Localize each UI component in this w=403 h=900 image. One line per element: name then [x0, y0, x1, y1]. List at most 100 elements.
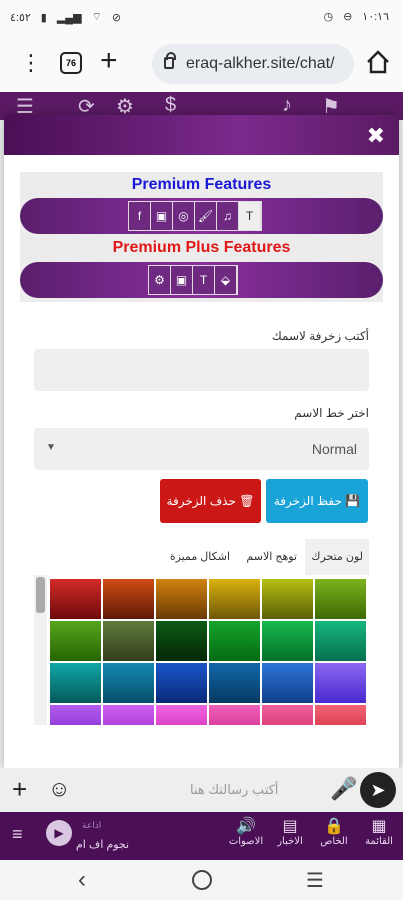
equalizer-icon[interactable]: ≡ [12, 824, 23, 845]
color-swatch[interactable] [156, 663, 207, 703]
decoration-tabs: لون متحرك توهج الاسم اشكال مميزة [34, 539, 369, 575]
color-swatch[interactable] [103, 705, 154, 725]
close-icon[interactable]: ✖ [367, 123, 385, 149]
status-time-left: ٤:٥٢ [10, 11, 31, 24]
delete-decoration-button[interactable]: 🗑 حذف الزخرفة [160, 479, 261, 523]
volume-icon: 🔊 [236, 818, 256, 835]
bell-icon[interactable]: ♪ [282, 94, 292, 117]
color-swatch[interactable] [103, 621, 154, 661]
color-swatch[interactable] [50, 579, 101, 619]
tab-special-shapes[interactable]: اشكال مميزة [162, 539, 236, 575]
bottom-navigation: ≡ ▶ اذاعة نجوم اف ام 🔊 الاصوات ▤ الاخبار 🔒… [0, 812, 403, 860]
wifi-icon: ⌔ [91, 11, 102, 23]
color-swatch[interactable] [315, 705, 366, 725]
nav-news-label: الاخبار [277, 836, 303, 847]
tab-switcher-button[interactable]: 76 [60, 52, 82, 74]
player-title: نجوم اف ام [76, 839, 130, 851]
color-swatch[interactable] [209, 705, 260, 725]
nav-private-label: الخاص [320, 836, 348, 847]
color-swatch[interactable] [156, 579, 207, 619]
text-font-icon[interactable]: T [193, 266, 215, 294]
caret-down-icon: ▼ [46, 442, 56, 453]
premium-title: Premium Features [131, 176, 272, 193]
new-tab-button[interactable]: + [100, 44, 118, 78]
color-swatch[interactable] [209, 579, 260, 619]
add-icon[interactable]: + [12, 774, 27, 805]
color-swatch[interactable] [103, 663, 154, 703]
name-decoration-label: أكتب زخرفة لاسمك [271, 329, 369, 343]
image-icon[interactable]: ▣ [171, 266, 193, 294]
premium-plus-toolbar: ⚙ ▣ T ⬙ [20, 262, 383, 298]
home-icon[interactable] [364, 48, 392, 76]
message-composer: + ☺ أكتب رسالتك هنا 🎤 ➤ [0, 768, 403, 812]
color-swatch[interactable] [209, 621, 260, 661]
delete-decoration-label: حذف الزخرفة [166, 494, 236, 508]
color-swatch[interactable] [156, 621, 207, 661]
status-bar: ٤:٥٢ ▮ ▂▄▆ ⌔ ⊘ ◷ ⊖ ١٠:١٦ [0, 0, 403, 36]
font-label: اختر خط الاسم [294, 406, 369, 420]
address-bar[interactable]: eraq-alkher.site/chat/ [152, 44, 354, 84]
color-swatch[interactable] [156, 705, 207, 725]
music-icon[interactable]: ♫ [217, 202, 239, 230]
scrollbar-thumb[interactable] [36, 577, 45, 613]
palette-scrollbar[interactable] [34, 575, 47, 725]
browser-menu-icon[interactable]: ⋮ [20, 52, 42, 74]
color-swatch[interactable] [209, 663, 260, 703]
recents-icon[interactable]: ☰ [306, 868, 324, 893]
color-swatch[interactable] [50, 663, 101, 703]
nav-list-label: القائمة [365, 836, 393, 847]
microphone-icon[interactable]: 🎤 [330, 776, 357, 802]
home-circle-icon[interactable] [192, 870, 212, 890]
badge-icon[interactable]: ◎ [173, 202, 195, 230]
emoji-icon[interactable]: ☺ [48, 776, 70, 802]
tab-animated-color[interactable]: لون متحرك [305, 539, 369, 575]
color-swatch[interactable] [103, 579, 154, 619]
dnd-icon: ⊖ [343, 11, 353, 23]
color-swatch[interactable] [315, 663, 366, 703]
alarm-icon: ◷ [323, 11, 334, 23]
gears-icon[interactable]: ⚙ [149, 266, 171, 294]
nav-news[interactable]: ▤ الاخبار [270, 816, 310, 847]
signal-icon: ▂▄▆ [56, 11, 82, 24]
image-icon[interactable]: ▣ [151, 202, 173, 230]
back-icon[interactable]: ‹ [78, 866, 86, 894]
color-swatch[interactable] [50, 621, 101, 661]
color-swatch[interactable] [262, 621, 313, 661]
frame-icon[interactable]: ⬙ [215, 266, 237, 294]
color-swatch[interactable] [262, 705, 313, 725]
facebook-icon[interactable]: f [129, 202, 151, 230]
color-swatch[interactable] [262, 663, 313, 703]
color-swatch[interactable] [315, 621, 366, 661]
trash-icon: 🗑 [235, 494, 255, 508]
text-font-icon[interactable]: T [239, 202, 261, 230]
save-decoration-label: حفظ الزخرفة [273, 494, 342, 508]
dollar-icon[interactable]: $ [165, 94, 176, 117]
android-navigation: ‹ ☰ [0, 860, 403, 900]
nav-sounds[interactable]: 🔊 الاصوات [226, 816, 266, 847]
nav-sounds-label: الاصوات [228, 836, 264, 847]
font-select[interactable]: Normal ▼ [34, 428, 369, 470]
premium-panel: Premium Features f ▣ ◎ 🖌 ♫ T Premium Plu… [20, 172, 383, 302]
color-swatch[interactable] [315, 579, 366, 619]
color-palette [34, 575, 371, 725]
nav-list[interactable]: ▦ القائمة [358, 816, 400, 847]
color-swatch[interactable] [50, 705, 101, 725]
nav-private[interactable]: 🔒 الخاص [314, 816, 354, 847]
play-button[interactable]: ▶ [46, 820, 72, 846]
save-decoration-button[interactable]: 💾 حفظ الزخرفة [266, 479, 368, 523]
message-input[interactable]: أكتب رسالتك هنا [190, 782, 278, 798]
send-button[interactable]: ➤ [360, 772, 396, 808]
name-decoration-input[interactable] [34, 349, 369, 391]
premium-plus-title: Premium Plus Features [112, 239, 291, 256]
status-right: ◷ ⊖ ١٠:١٦ [323, 10, 389, 23]
name-decoration-modal: ✖ Premium Features f ▣ ◎ 🖌 ♫ T Premium P… [4, 115, 399, 769]
modal-header: ✖ [4, 115, 399, 155]
color-grid [50, 579, 366, 725]
newspaper-icon: ▤ [282, 818, 298, 835]
battery-icon: ▮ [40, 11, 47, 24]
color-swatch[interactable] [262, 579, 313, 619]
brush-icon[interactable]: 🖌 [195, 202, 217, 230]
lock-icon [164, 52, 176, 69]
tab-name-glow[interactable]: توهج الاسم [237, 539, 303, 575]
contact-card-icon: ▦ [371, 818, 387, 835]
